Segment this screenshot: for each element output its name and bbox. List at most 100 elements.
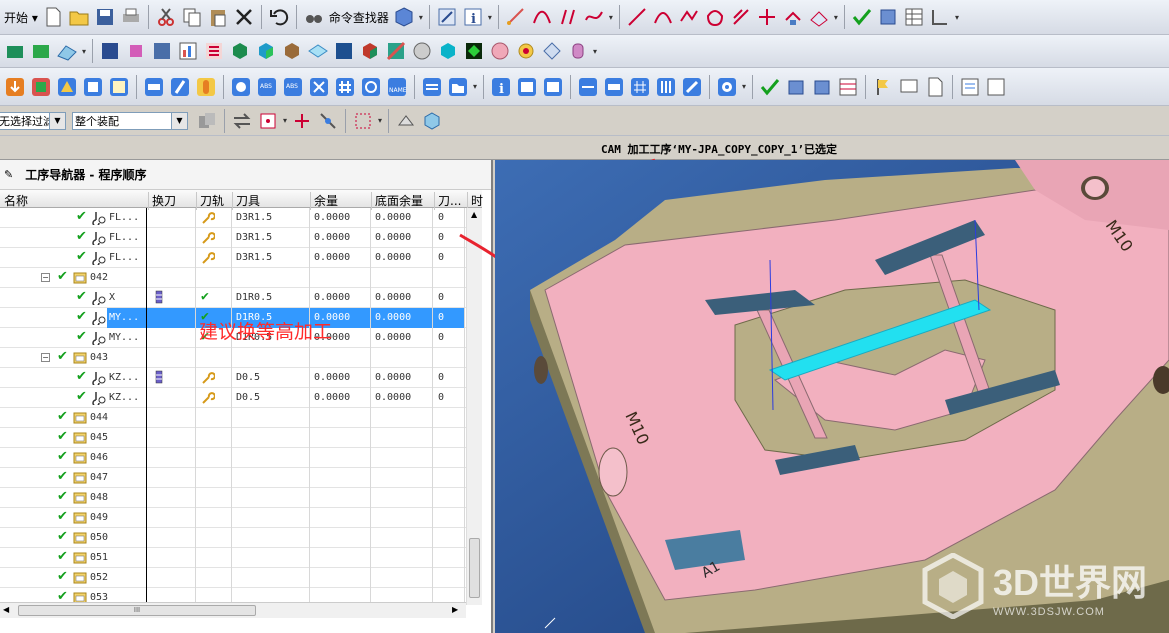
stripe-icon[interactable] — [384, 39, 408, 63]
spline-icon[interactable] — [582, 5, 606, 29]
geometry-group-icon[interactable] — [810, 75, 834, 99]
sketch-icon[interactable] — [703, 5, 727, 29]
project-icon[interactable] — [781, 5, 805, 29]
trim-icon[interactable] — [755, 5, 779, 29]
teal-cube-icon[interactable] — [436, 39, 460, 63]
bars-icon[interactable] — [654, 75, 678, 99]
undo-icon[interactable] — [267, 5, 291, 29]
column-header[interactable]: 余量 — [314, 192, 338, 209]
snap-point-icon[interactable] — [256, 109, 280, 133]
hash-icon[interactable] — [333, 75, 357, 99]
save-icon[interactable] — [93, 5, 117, 29]
snap-end-icon[interactable] — [290, 109, 314, 133]
navigator-horizontal-scrollbar[interactable]: ◀ III ▶ — [0, 602, 466, 618]
horizontal-scroll-thumb[interactable]: III — [18, 605, 256, 616]
open-folder-icon[interactable] — [67, 5, 91, 29]
snap-mid-icon[interactable] — [316, 109, 340, 133]
measure-icon[interactable] — [504, 5, 528, 29]
import-icon[interactable] — [3, 75, 27, 99]
edit-object-icon[interactable] — [435, 5, 459, 29]
column-header[interactable]: 刀具 — [236, 192, 260, 209]
program-group-row[interactable]: − ✔ 042 — [0, 268, 466, 288]
scroll-thumb[interactable] — [469, 538, 480, 598]
show-hide-icon[interactable] — [394, 109, 418, 133]
point-icon[interactable] — [677, 5, 701, 29]
abs-wcs-icon[interactable]: ABS — [281, 75, 305, 99]
green-gem-icon[interactable] — [462, 39, 486, 63]
column-header[interactable]: 刀轨 — [200, 192, 224, 209]
wrench-tool-icon[interactable] — [680, 75, 704, 99]
type-filter-select[interactable]: 无选择过滤器 ▼ — [0, 111, 66, 130]
curve-pair-icon[interactable] — [556, 5, 580, 29]
program-group-row[interactable]: ✔ 046 — [0, 448, 466, 468]
list-alt-icon[interactable] — [541, 75, 565, 99]
studio-icon[interactable] — [55, 39, 79, 63]
keyboard-icon[interactable] — [602, 75, 626, 99]
paste-icon[interactable] — [206, 5, 230, 29]
document-icon[interactable] — [923, 75, 947, 99]
tool-group-icon[interactable] — [784, 75, 808, 99]
curve-icon[interactable] — [530, 5, 554, 29]
column-header[interactable]: 换刀 — [152, 192, 176, 209]
shaded-icon[interactable] — [3, 39, 27, 63]
gradient-box-icon[interactable] — [150, 39, 174, 63]
layers-stack-icon[interactable] — [420, 75, 444, 99]
program-group-row[interactable]: − ✔ 043 — [0, 348, 466, 368]
pink-box-icon[interactable] — [124, 39, 148, 63]
operation-row[interactable]: ✔ FL... D3R1.5 0.0000 0.0000 0 — [0, 248, 466, 268]
program-group-row[interactable]: ✔ 051 — [0, 548, 466, 568]
chart-box-icon[interactable] — [176, 39, 200, 63]
info-icon[interactable]: i — [461, 5, 485, 29]
assembly-icon[interactable] — [195, 109, 219, 133]
layer-icon[interactable] — [81, 75, 105, 99]
export-icon[interactable] — [984, 75, 1008, 99]
program-group-row[interactable]: ✔ 047 — [0, 468, 466, 488]
settings-gear-icon[interactable] — [715, 75, 739, 99]
slash-tool-icon[interactable] — [168, 75, 192, 99]
swap-arrow-icon[interactable] — [230, 109, 254, 133]
green-cube-icon[interactable] — [228, 39, 252, 63]
program-group-row[interactable]: ✔ 052 — [0, 568, 466, 588]
operation-row[interactable]: ✔ KZ... D0.5 0.0000 0.0000 0 — [0, 388, 466, 408]
verify-path-icon[interactable] — [758, 75, 782, 99]
crosshair-icon[interactable] — [359, 75, 383, 99]
program-group-row[interactable]: ✔ 048 — [0, 488, 466, 508]
column-header[interactable]: 底面余量 — [375, 192, 423, 209]
target-icon[interactable] — [514, 39, 538, 63]
machine-view-icon[interactable] — [928, 5, 952, 29]
cut-icon[interactable] — [154, 5, 178, 29]
name-icon[interactable]: NAME — [385, 75, 409, 99]
operation-row[interactable]: ✔ X ✔ D1R0.5 0.0000 0.0000 0 — [0, 288, 466, 308]
pin-icon[interactable]: ✎ — [4, 168, 13, 181]
offset-curve-icon[interactable] — [729, 5, 753, 29]
view-cube-icon[interactable] — [420, 109, 444, 133]
command-finder-button[interactable]: 命令查找器 — [329, 9, 389, 26]
blue-green-cube-icon[interactable] — [254, 39, 278, 63]
red-text-icon[interactable] — [202, 39, 226, 63]
report-icon[interactable] — [958, 75, 982, 99]
abs-cs-icon[interactable]: ABS — [255, 75, 279, 99]
verify-icon[interactable] — [850, 5, 874, 29]
new-file-icon[interactable] — [41, 5, 65, 29]
flag-icon[interactable] — [871, 75, 895, 99]
note-icon[interactable] — [107, 75, 131, 99]
column-header[interactable]: 名称 — [4, 192, 28, 209]
cube-view-icon[interactable] — [392, 5, 416, 29]
display-icon[interactable] — [897, 75, 921, 99]
calculator-icon[interactable] — [576, 75, 600, 99]
scroll-left-icon[interactable]: ◀ — [3, 605, 9, 614]
light-blue-plane-icon[interactable] — [306, 39, 330, 63]
face-analysis-icon[interactable] — [98, 39, 122, 63]
program-group-row[interactable]: ✔ 045 — [0, 428, 466, 448]
arc-icon[interactable] — [651, 5, 675, 29]
cylinder-icon[interactable] — [566, 39, 590, 63]
triangle-color-icon[interactable] — [55, 75, 79, 99]
program-group-row[interactable]: ✔ 050 — [0, 528, 466, 548]
start-menu-button[interactable]: 开始 ▾ — [4, 9, 38, 26]
collapse-toggle-icon[interactable]: − — [41, 273, 50, 282]
cylinder-tool-icon[interactable] — [142, 75, 166, 99]
program-group-row[interactable]: ✔ 049 — [0, 508, 466, 528]
operation-row[interactable]: ✔ FL... D3R1.5 0.0000 0.0000 0 — [0, 208, 466, 228]
intersect-icon[interactable] — [807, 5, 831, 29]
axis-icon[interactable] — [307, 75, 331, 99]
